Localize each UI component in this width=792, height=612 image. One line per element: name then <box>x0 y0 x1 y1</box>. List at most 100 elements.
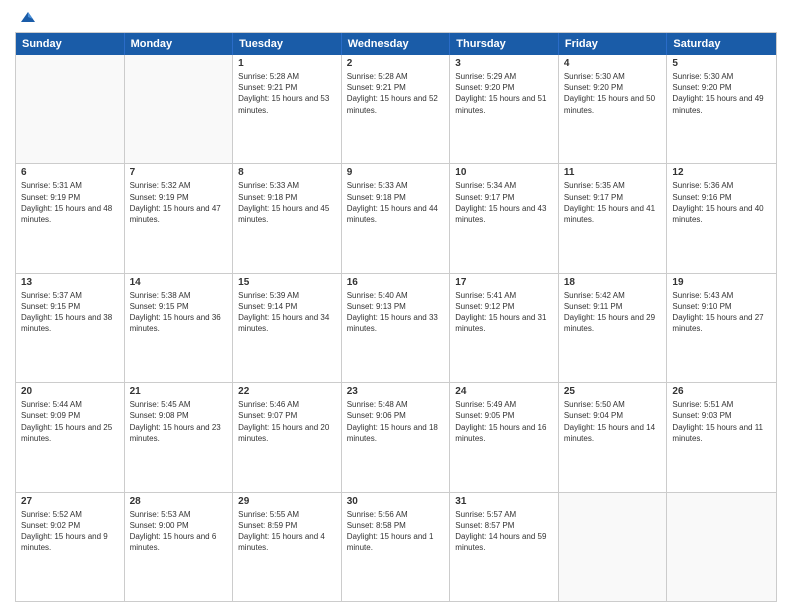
calendar-header-cell: Monday <box>125 33 234 55</box>
calendar-cell: 6 Sunrise: 5:31 AM Sunset: 9:19 PM Dayli… <box>16 164 125 272</box>
day-info: Sunrise: 5:33 AM Sunset: 9:18 PM Dayligh… <box>238 180 336 225</box>
calendar-cell: 8 Sunrise: 5:33 AM Sunset: 9:18 PM Dayli… <box>233 164 342 272</box>
day-number: 8 <box>238 167 336 178</box>
day-number: 17 <box>455 277 553 288</box>
page: SundayMondayTuesdayWednesdayThursdayFrid… <box>0 0 792 612</box>
calendar-header-cell: Saturday <box>667 33 776 55</box>
day-number: 13 <box>21 277 119 288</box>
day-info: Sunrise: 5:55 AM Sunset: 8:59 PM Dayligh… <box>238 509 336 554</box>
calendar-header-cell: Sunday <box>16 33 125 55</box>
day-info: Sunrise: 5:33 AM Sunset: 9:18 PM Dayligh… <box>347 180 445 225</box>
calendar-cell <box>16 55 125 163</box>
day-number: 22 <box>238 386 336 397</box>
calendar-cell: 23 Sunrise: 5:48 AM Sunset: 9:06 PM Dayl… <box>342 383 451 491</box>
calendar-cell: 19 Sunrise: 5:43 AM Sunset: 9:10 PM Dayl… <box>667 274 776 382</box>
day-number: 20 <box>21 386 119 397</box>
calendar-cell: 5 Sunrise: 5:30 AM Sunset: 9:20 PM Dayli… <box>667 55 776 163</box>
day-info: Sunrise: 5:40 AM Sunset: 9:13 PM Dayligh… <box>347 290 445 335</box>
calendar-header: SundayMondayTuesdayWednesdayThursdayFrid… <box>16 33 776 55</box>
day-number: 25 <box>564 386 662 397</box>
calendar-cell: 18 Sunrise: 5:42 AM Sunset: 9:11 PM Dayl… <box>559 274 668 382</box>
day-number: 6 <box>21 167 119 178</box>
calendar-cell: 1 Sunrise: 5:28 AM Sunset: 9:21 PM Dayli… <box>233 55 342 163</box>
calendar-cell: 2 Sunrise: 5:28 AM Sunset: 9:21 PM Dayli… <box>342 55 451 163</box>
day-info: Sunrise: 5:51 AM Sunset: 9:03 PM Dayligh… <box>672 399 771 444</box>
calendar-cell: 7 Sunrise: 5:32 AM Sunset: 9:19 PM Dayli… <box>125 164 234 272</box>
day-info: Sunrise: 5:38 AM Sunset: 9:15 PM Dayligh… <box>130 290 228 335</box>
day-number: 27 <box>21 496 119 507</box>
day-number: 3 <box>455 58 553 69</box>
day-info: Sunrise: 5:30 AM Sunset: 9:20 PM Dayligh… <box>564 71 662 116</box>
day-info: Sunrise: 5:52 AM Sunset: 9:02 PM Dayligh… <box>21 509 119 554</box>
day-info: Sunrise: 5:57 AM Sunset: 8:57 PM Dayligh… <box>455 509 553 554</box>
day-number: 23 <box>347 386 445 397</box>
day-number: 12 <box>672 167 771 178</box>
day-info: Sunrise: 5:41 AM Sunset: 9:12 PM Dayligh… <box>455 290 553 335</box>
calendar-cell: 3 Sunrise: 5:29 AM Sunset: 9:20 PM Dayli… <box>450 55 559 163</box>
logo <box>15 10 37 24</box>
day-info: Sunrise: 5:48 AM Sunset: 9:06 PM Dayligh… <box>347 399 445 444</box>
day-number: 19 <box>672 277 771 288</box>
day-info: Sunrise: 5:53 AM Sunset: 9:00 PM Dayligh… <box>130 509 228 554</box>
day-info: Sunrise: 5:36 AM Sunset: 9:16 PM Dayligh… <box>672 180 771 225</box>
day-info: Sunrise: 5:43 AM Sunset: 9:10 PM Dayligh… <box>672 290 771 335</box>
day-number: 30 <box>347 496 445 507</box>
calendar-cell: 13 Sunrise: 5:37 AM Sunset: 9:15 PM Dayl… <box>16 274 125 382</box>
day-info: Sunrise: 5:44 AM Sunset: 9:09 PM Dayligh… <box>21 399 119 444</box>
day-number: 15 <box>238 277 336 288</box>
calendar-row: 1 Sunrise: 5:28 AM Sunset: 9:21 PM Dayli… <box>16 55 776 163</box>
day-info: Sunrise: 5:37 AM Sunset: 9:15 PM Dayligh… <box>21 290 119 335</box>
day-number: 10 <box>455 167 553 178</box>
calendar-header-cell: Tuesday <box>233 33 342 55</box>
calendar-body: 1 Sunrise: 5:28 AM Sunset: 9:21 PM Dayli… <box>16 55 776 601</box>
day-number: 31 <box>455 496 553 507</box>
calendar-cell: 9 Sunrise: 5:33 AM Sunset: 9:18 PM Dayli… <box>342 164 451 272</box>
calendar-row: 13 Sunrise: 5:37 AM Sunset: 9:15 PM Dayl… <box>16 273 776 382</box>
day-number: 18 <box>564 277 662 288</box>
header <box>15 10 777 24</box>
day-number: 16 <box>347 277 445 288</box>
day-number: 14 <box>130 277 228 288</box>
logo-icon <box>19 10 37 24</box>
day-number: 21 <box>130 386 228 397</box>
calendar-cell <box>559 493 668 601</box>
calendar-cell: 28 Sunrise: 5:53 AM Sunset: 9:00 PM Dayl… <box>125 493 234 601</box>
calendar-cell: 30 Sunrise: 5:56 AM Sunset: 8:58 PM Dayl… <box>342 493 451 601</box>
calendar-cell: 27 Sunrise: 5:52 AM Sunset: 9:02 PM Dayl… <box>16 493 125 601</box>
day-number: 1 <box>238 58 336 69</box>
day-info: Sunrise: 5:34 AM Sunset: 9:17 PM Dayligh… <box>455 180 553 225</box>
calendar-cell: 11 Sunrise: 5:35 AM Sunset: 9:17 PM Dayl… <box>559 164 668 272</box>
day-info: Sunrise: 5:42 AM Sunset: 9:11 PM Dayligh… <box>564 290 662 335</box>
day-info: Sunrise: 5:49 AM Sunset: 9:05 PM Dayligh… <box>455 399 553 444</box>
day-number: 2 <box>347 58 445 69</box>
calendar-cell: 15 Sunrise: 5:39 AM Sunset: 9:14 PM Dayl… <box>233 274 342 382</box>
calendar-header-cell: Thursday <box>450 33 559 55</box>
day-info: Sunrise: 5:28 AM Sunset: 9:21 PM Dayligh… <box>238 71 336 116</box>
calendar-cell: 10 Sunrise: 5:34 AM Sunset: 9:17 PM Dayl… <box>450 164 559 272</box>
calendar-cell: 4 Sunrise: 5:30 AM Sunset: 9:20 PM Dayli… <box>559 55 668 163</box>
calendar-cell: 20 Sunrise: 5:44 AM Sunset: 9:09 PM Dayl… <box>16 383 125 491</box>
day-number: 24 <box>455 386 553 397</box>
calendar-row: 20 Sunrise: 5:44 AM Sunset: 9:09 PM Dayl… <box>16 382 776 491</box>
day-info: Sunrise: 5:56 AM Sunset: 8:58 PM Dayligh… <box>347 509 445 554</box>
day-number: 11 <box>564 167 662 178</box>
day-number: 28 <box>130 496 228 507</box>
day-number: 9 <box>347 167 445 178</box>
calendar-cell: 16 Sunrise: 5:40 AM Sunset: 9:13 PM Dayl… <box>342 274 451 382</box>
day-number: 29 <box>238 496 336 507</box>
day-info: Sunrise: 5:39 AM Sunset: 9:14 PM Dayligh… <box>238 290 336 335</box>
calendar-cell: 31 Sunrise: 5:57 AM Sunset: 8:57 PM Dayl… <box>450 493 559 601</box>
day-info: Sunrise: 5:35 AM Sunset: 9:17 PM Dayligh… <box>564 180 662 225</box>
day-info: Sunrise: 5:30 AM Sunset: 9:20 PM Dayligh… <box>672 71 771 116</box>
day-number: 26 <box>672 386 771 397</box>
day-number: 7 <box>130 167 228 178</box>
calendar-row: 27 Sunrise: 5:52 AM Sunset: 9:02 PM Dayl… <box>16 492 776 601</box>
day-info: Sunrise: 5:29 AM Sunset: 9:20 PM Dayligh… <box>455 71 553 116</box>
calendar-header-cell: Friday <box>559 33 668 55</box>
calendar-cell: 29 Sunrise: 5:55 AM Sunset: 8:59 PM Dayl… <box>233 493 342 601</box>
calendar-cell: 12 Sunrise: 5:36 AM Sunset: 9:16 PM Dayl… <box>667 164 776 272</box>
calendar-cell <box>667 493 776 601</box>
calendar-cell: 21 Sunrise: 5:45 AM Sunset: 9:08 PM Dayl… <box>125 383 234 491</box>
calendar-cell <box>125 55 234 163</box>
calendar-cell: 24 Sunrise: 5:49 AM Sunset: 9:05 PM Dayl… <box>450 383 559 491</box>
